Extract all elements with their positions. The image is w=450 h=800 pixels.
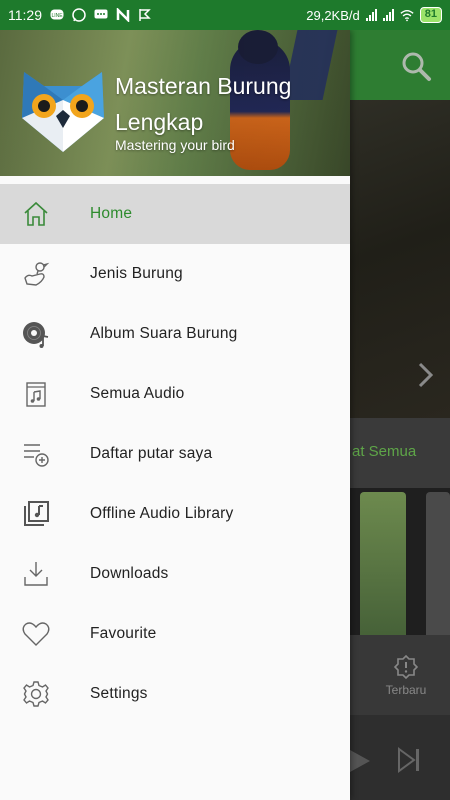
download-icon — [22, 560, 50, 588]
drawer-header: Masteran Burung Lengkap Mastering your b… — [0, 30, 350, 176]
menu-item-home[interactable]: Home — [0, 184, 350, 244]
battery-indicator: 81 — [419, 7, 442, 23]
message-icon — [94, 8, 108, 22]
menu-item-album-suara-burung[interactable]: Album Suara Burung — [0, 304, 350, 364]
playlist-add-icon — [22, 440, 50, 468]
status-time: 11:29 — [8, 7, 42, 23]
nav-item-terbaru[interactable]: Terbaru — [378, 654, 434, 697]
gear-icon — [22, 680, 50, 708]
hand-bird-icon — [22, 260, 50, 288]
svg-text:LINE: LINE — [51, 13, 63, 19]
app-tagline: Mastering your bird — [115, 137, 235, 153]
network-speed: 29,2KB/d — [306, 7, 360, 23]
heart-icon — [22, 620, 50, 648]
menu-item-label: Jenis Burung — [90, 265, 183, 282]
menu-item-label: Album Suara Burung — [90, 325, 238, 342]
owl-logo-icon — [20, 70, 106, 154]
menu-item-label: Daftar putar saya — [90, 445, 213, 462]
search-icon[interactable] — [400, 50, 432, 82]
app-name: Masteran Burung Lengkap — [115, 73, 292, 135]
n-app-icon — [116, 8, 130, 22]
menu-item-label: Offline Audio Library — [90, 505, 234, 522]
check-flag-icon — [138, 8, 152, 22]
menu-item-settings[interactable]: Settings — [0, 664, 350, 724]
nav-item-label: Terbaru — [385, 683, 427, 697]
menu-item-favourite[interactable]: Favourite — [0, 604, 350, 664]
home-icon — [22, 200, 50, 228]
skip-next-icon[interactable] — [396, 746, 422, 779]
line-app-icon: LINE — [50, 8, 64, 22]
menu-item-label: Favourite — [90, 625, 157, 642]
alert-badge-icon — [393, 654, 419, 680]
signal-icon — [365, 9, 377, 21]
signal-icon-2 — [382, 9, 394, 21]
whatsapp-icon — [72, 8, 86, 22]
menu-item-semua-audio[interactable]: Semua Audio — [0, 364, 350, 424]
menu-item-label: Semua Audio — [90, 385, 185, 402]
menu-item-label: Downloads — [90, 565, 169, 582]
music-library-icon — [22, 500, 50, 528]
wifi-icon — [400, 8, 414, 22]
vinyl-album-icon — [22, 320, 50, 348]
menu-item-daftar-putar-saya[interactable]: Daftar putar saya — [0, 424, 350, 484]
menu-item-jenis-burung[interactable]: Jenis Burung — [0, 244, 350, 304]
status-bar: 11:29 LINE 29,2KB/d 81 — [0, 0, 450, 30]
menu-item-label: Settings — [90, 685, 148, 702]
menu-item-label: Home — [90, 205, 133, 222]
navigation-drawer: Masteran Burung Lengkap Mastering your b… — [0, 30, 350, 800]
audio-file-icon — [22, 380, 50, 408]
play-icon[interactable] — [350, 748, 372, 779]
chevron-right-icon[interactable] — [416, 360, 436, 390]
see-all-link[interactable]: at Semua — [352, 443, 416, 460]
drawer-menu: Home Jenis Burung Album Suara Burung Sem… — [0, 184, 350, 724]
menu-item-downloads[interactable]: Downloads — [0, 544, 350, 604]
menu-item-offline-audio-library[interactable]: Offline Audio Library — [0, 484, 350, 544]
